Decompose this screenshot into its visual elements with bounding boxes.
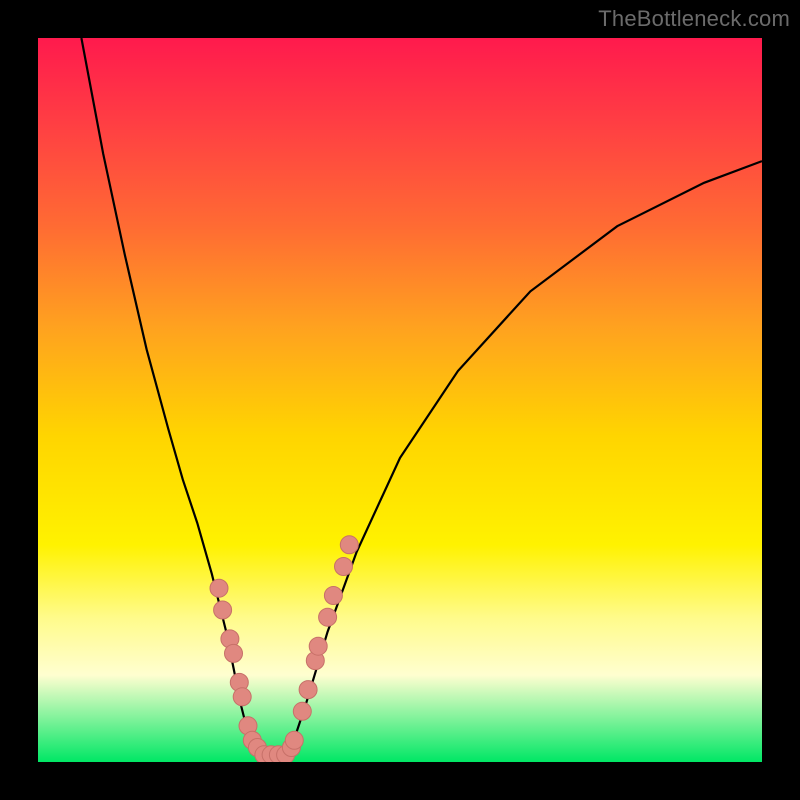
data-marker: [324, 587, 342, 605]
data-marker: [285, 731, 303, 749]
data-marker: [309, 637, 327, 655]
data-marker: [225, 644, 243, 662]
data-marker: [335, 558, 353, 576]
curve-group: [81, 38, 762, 755]
watermark-text: TheBottleneck.com: [598, 6, 790, 32]
data-marker: [340, 536, 358, 554]
data-marker: [210, 579, 228, 597]
data-marker: [233, 688, 251, 706]
plot-area: [38, 38, 762, 762]
data-marker: [293, 702, 311, 720]
data-marker: [319, 608, 337, 626]
bottleneck-curve: [81, 38, 762, 755]
data-marker: [214, 601, 232, 619]
chart-svg: [38, 38, 762, 762]
chart-frame: TheBottleneck.com: [0, 0, 800, 800]
data-marker: [299, 681, 317, 699]
markers-group: [210, 536, 358, 762]
